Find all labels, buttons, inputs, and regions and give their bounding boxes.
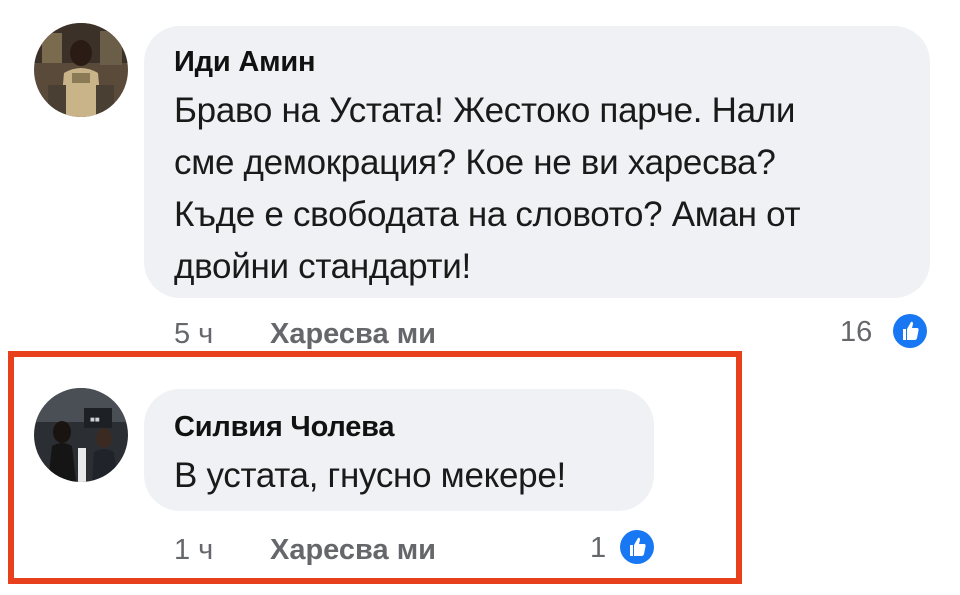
comment-text-line: двойни стандарти! xyxy=(174,247,471,286)
comment-timestamp[interactable]: 1 ч xyxy=(174,534,213,567)
comment-author[interactable]: Силвия Чолева xyxy=(174,411,395,444)
comment-timestamp[interactable]: 5 ч xyxy=(174,318,213,351)
avatar-idi-amin[interactable] xyxy=(34,23,128,117)
svg-text:■■: ■■ xyxy=(90,415,100,424)
comment-bubble: Силвия Чолева В устата, гнусно мекере! xyxy=(144,389,654,511)
comment-bubble: Иди Амин Браво на Устата! Жестоко парче.… xyxy=(144,26,930,298)
reaction-count[interactable]: 1 xyxy=(590,532,606,565)
avatar-silvia-choleva[interactable]: ■■ xyxy=(34,388,128,482)
comment-text-line: сме демокрация? Кое не ви харесва? xyxy=(174,143,776,182)
comment-author[interactable]: Иди Амин xyxy=(174,46,315,79)
thumbs-up-icon[interactable] xyxy=(893,314,927,348)
like-button[interactable]: Харесва ми xyxy=(270,534,436,567)
like-button[interactable]: Харесва ми xyxy=(270,318,436,351)
comment-text-line: В устата, гнусно мекере! xyxy=(174,456,566,495)
comment-text-line: Браво на Устата! Жестоко парче. Нали xyxy=(174,91,796,130)
comment-text-line: Къде е свободата на словото? Аман от xyxy=(174,195,801,234)
thumbs-up-icon[interactable] xyxy=(620,530,654,564)
reaction-count[interactable]: 16 xyxy=(840,316,872,349)
comment-thread: Иди Амин Браво на Устата! Жестоко парче.… xyxy=(0,0,960,595)
